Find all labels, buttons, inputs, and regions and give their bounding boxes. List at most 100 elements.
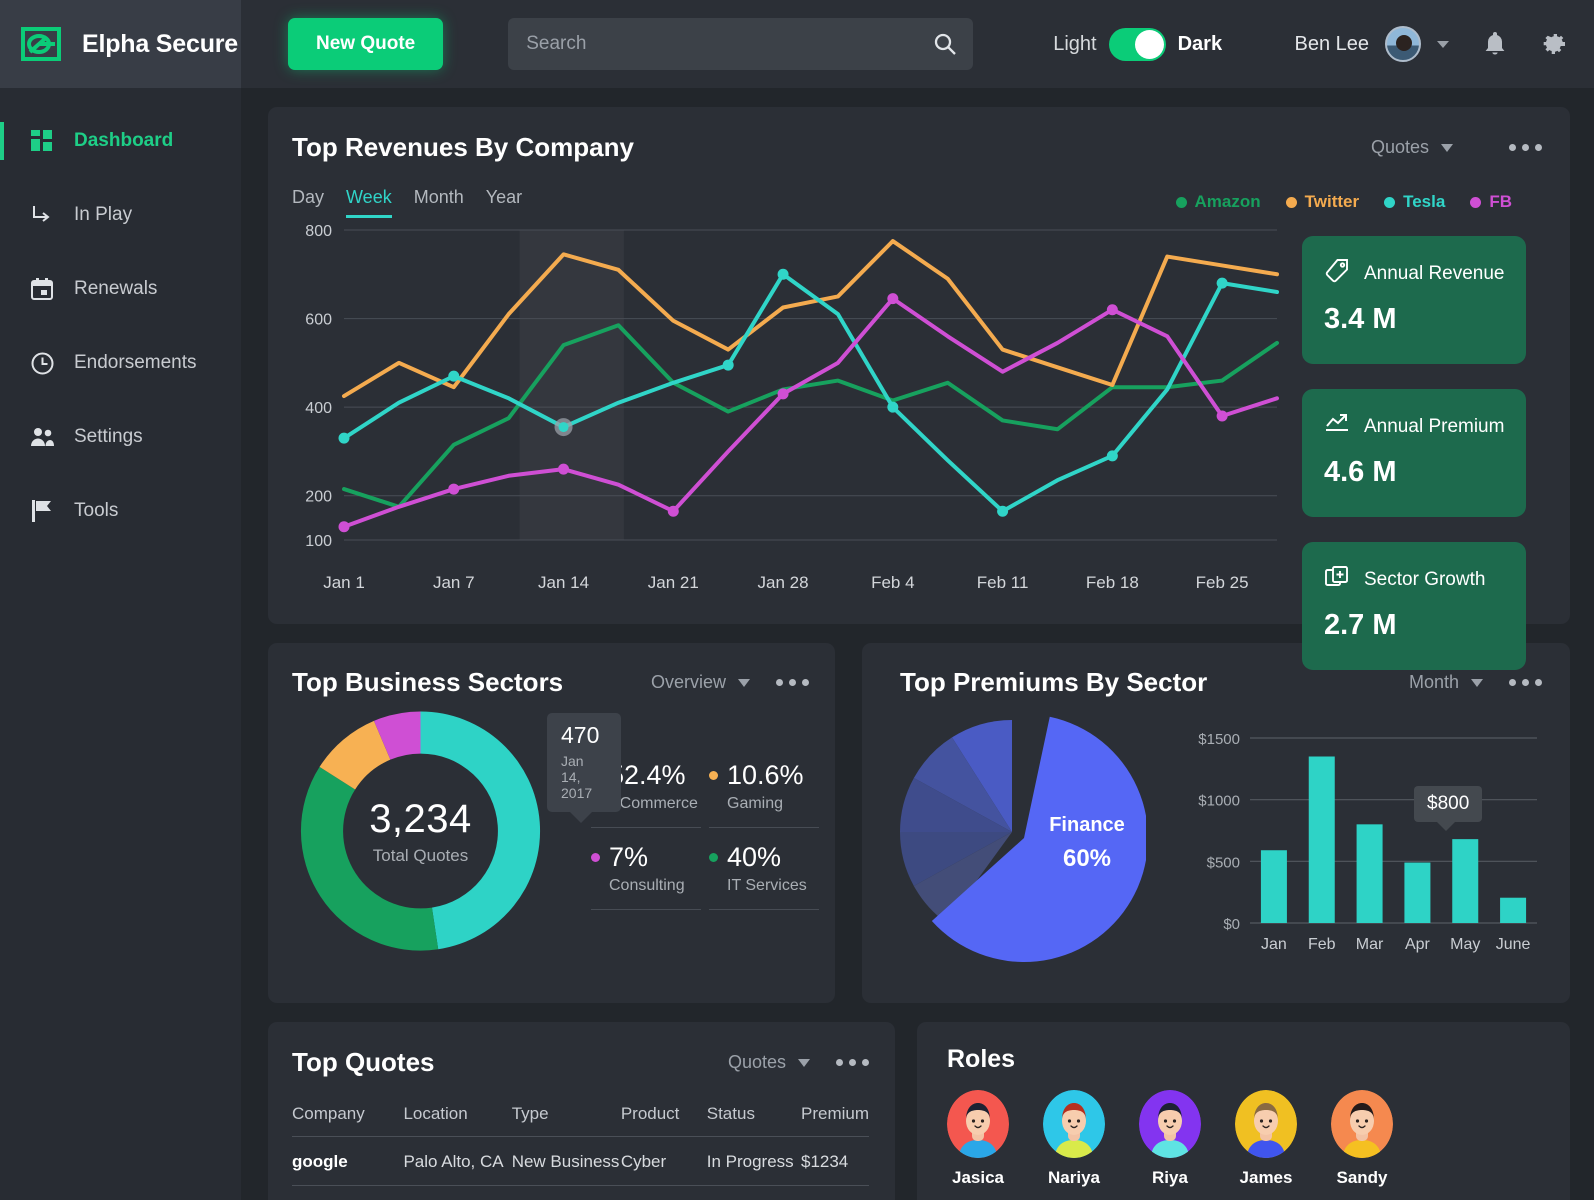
tab-day[interactable]: Day [292,187,324,218]
table-header-row: Company Location Type Product Status Pre… [292,1104,869,1137]
quotes-filter-dropdown[interactable]: Quotes [728,1052,810,1073]
sidebar-item-endorsements[interactable]: Endorsements [0,326,241,400]
search-input[interactable] [508,18,974,70]
elpha-logo-icon [17,20,65,68]
stat-label: ECommerce [609,795,698,812]
revenue-range-dropdown[interactable]: Quotes [1371,137,1453,158]
legend-label: Amazon [1194,192,1261,211]
search-icon[interactable] [933,32,957,61]
chevron-down-icon [798,1058,810,1067]
legend-label: Tesla [1403,192,1446,211]
avatar[interactable] [1385,26,1421,62]
legend-item-fb[interactable]: FB [1470,192,1512,212]
roles-title: Roles [947,1045,1016,1073]
top-revenues-card: Top Revenues By Company Quotes Day Week … [268,107,1570,823]
avatar [1043,1090,1105,1158]
svg-text:Jan 28: Jan 28 [758,573,809,592]
revenue-line-chart[interactable]: 100 200 400 600 800 Jan 1 Jan 7 Jan 14 Jan 21 Jan… [292,218,1282,823]
role-item[interactable]: James [1235,1090,1297,1188]
role-name: Riya [1152,1168,1188,1187]
legend-item-tesla[interactable]: Tesla [1384,192,1445,212]
column-company[interactable]: Company [292,1104,404,1137]
sidebar-item-label: Renewals [74,278,158,299]
legend-item-twitter[interactable]: Twitter [1285,192,1359,212]
column-status[interactable]: Status [706,1104,801,1137]
stat-percent: 10.6% [727,760,804,790]
kpi-annual-premium[interactable]: Annual Premium 4.6 M [1302,389,1526,517]
more-options-icon[interactable] [1509,679,1542,686]
more-options-icon[interactable] [836,1059,869,1066]
more-options-icon[interactable] [1509,144,1542,151]
topbar: New Quote Light Dark Ben Lee [241,0,1594,88]
new-quote-button[interactable]: New Quote [288,18,444,70]
premiums-row: Finance 60% $0 $500 $1000 $1500 Jan Feb Mar Apr… [900,704,1542,973]
stat-color-dot [591,853,600,862]
cell-type: New Business [511,1136,621,1186]
theme-dark-label: Dark [1177,32,1223,55]
premiums-pie-chart[interactable]: Finance 60% [892,710,1148,962]
table-row[interactable]: google Palo Alto, CA New Business Cyber … [292,1136,869,1186]
cell-premium: $1234 [800,1136,869,1186]
svg-text:May: May [1450,936,1480,953]
role-item[interactable]: Sandy [1331,1090,1393,1188]
calendar-icon [30,277,54,301]
svg-text:100: 100 [305,533,332,550]
theme-switch[interactable] [1108,27,1166,61]
roles-card: Roles Jasica Nariya Riya James Sandy [917,1022,1570,1200]
gear-icon[interactable] [1541,31,1567,57]
sidebar-item-in-play[interactable]: In Play [0,178,241,252]
sidebar-item-label: Tools [74,500,119,521]
third-row: Top Quotes Quotes Company Location Type [268,1022,1570,1200]
column-product[interactable]: Product [620,1104,707,1137]
stat-percent: 40% [727,842,782,872]
stat-label: Gaming [727,795,784,812]
premiums-period-dropdown[interactable]: Month [1409,672,1483,693]
tab-year[interactable]: Year [486,187,522,218]
legend-color-dot [1175,196,1187,208]
theme-toggle[interactable]: Light Dark [1053,27,1223,61]
status-badge: In Progress [706,1136,801,1186]
kpi-label: Sector Growth [1364,568,1486,590]
role-item[interactable]: Nariya [1043,1090,1105,1188]
chevron-down-icon [1441,143,1453,152]
svg-text:Feb 25: Feb 25 [1196,573,1249,592]
svg-text:Jan 14: Jan 14 [538,573,589,592]
pie-label: Finance [1049,814,1125,836]
sidebar-item-tools[interactable]: Tools [0,474,241,548]
kpi-sector-growth[interactable]: Sector Growth 2.7 M [1302,542,1526,670]
tag-icon [1324,258,1350,289]
role-item[interactable]: Riya [1139,1090,1201,1188]
tab-month[interactable]: Month [414,187,464,218]
role-name: James [1239,1168,1293,1187]
role-name: Sandy [1336,1168,1388,1187]
role-item[interactable]: Jasica [947,1090,1009,1188]
sectors-view-dropdown[interactable]: Overview [651,672,750,693]
sectors-card-header: Top Business Sectors Overview [292,667,809,698]
revenue-legend: Amazon Twitter Tesla FB [1175,192,1512,212]
theme-light-label: Light [1053,32,1097,55]
legend-item-amazon[interactable]: Amazon [1175,192,1261,212]
tab-week[interactable]: Week [346,187,392,218]
more-options-icon[interactable] [776,679,809,686]
stat-color-dot [709,853,718,862]
bell-icon[interactable] [1483,31,1507,57]
sidebar-item-renewals[interactable]: Renewals [0,252,241,326]
svg-text:$0: $0 [1223,916,1240,933]
chevron-down-icon[interactable] [1437,40,1449,48]
premiums-bar-chart[interactable]: $0 $500 $1000 $1500 Jan Feb Mar Apr May June $800 [1172,718,1542,973]
svg-text:$1000: $1000 [1198,793,1240,810]
sidebar-item-dashboard[interactable]: Dashboard [0,104,241,178]
premiums-card-header: Top Premiums By Sector Month [900,667,1542,698]
column-premium[interactable]: Premium [800,1104,869,1137]
second-row: Top Business Sectors Overview 3,234 Tota… [268,643,1570,1003]
kpi-annual-revenue[interactable]: Annual Revenue 3.4 M [1302,236,1526,364]
sidebar-item-settings[interactable]: Settings [0,400,241,474]
column-type[interactable]: Type [511,1104,621,1137]
donut-center-label: 3,234 Total Quotes [298,706,543,956]
revenue-card-header: Top Revenues By Company Quotes [292,132,1542,163]
legend-color-dot [1470,196,1482,208]
column-location[interactable]: Location [403,1104,512,1137]
main-area: New Quote Light Dark Ben Lee [241,0,1594,1200]
sectors-donut-chart[interactable]: 3,234 Total Quotes [298,706,543,956]
role-name: Jasica [952,1168,1004,1187]
